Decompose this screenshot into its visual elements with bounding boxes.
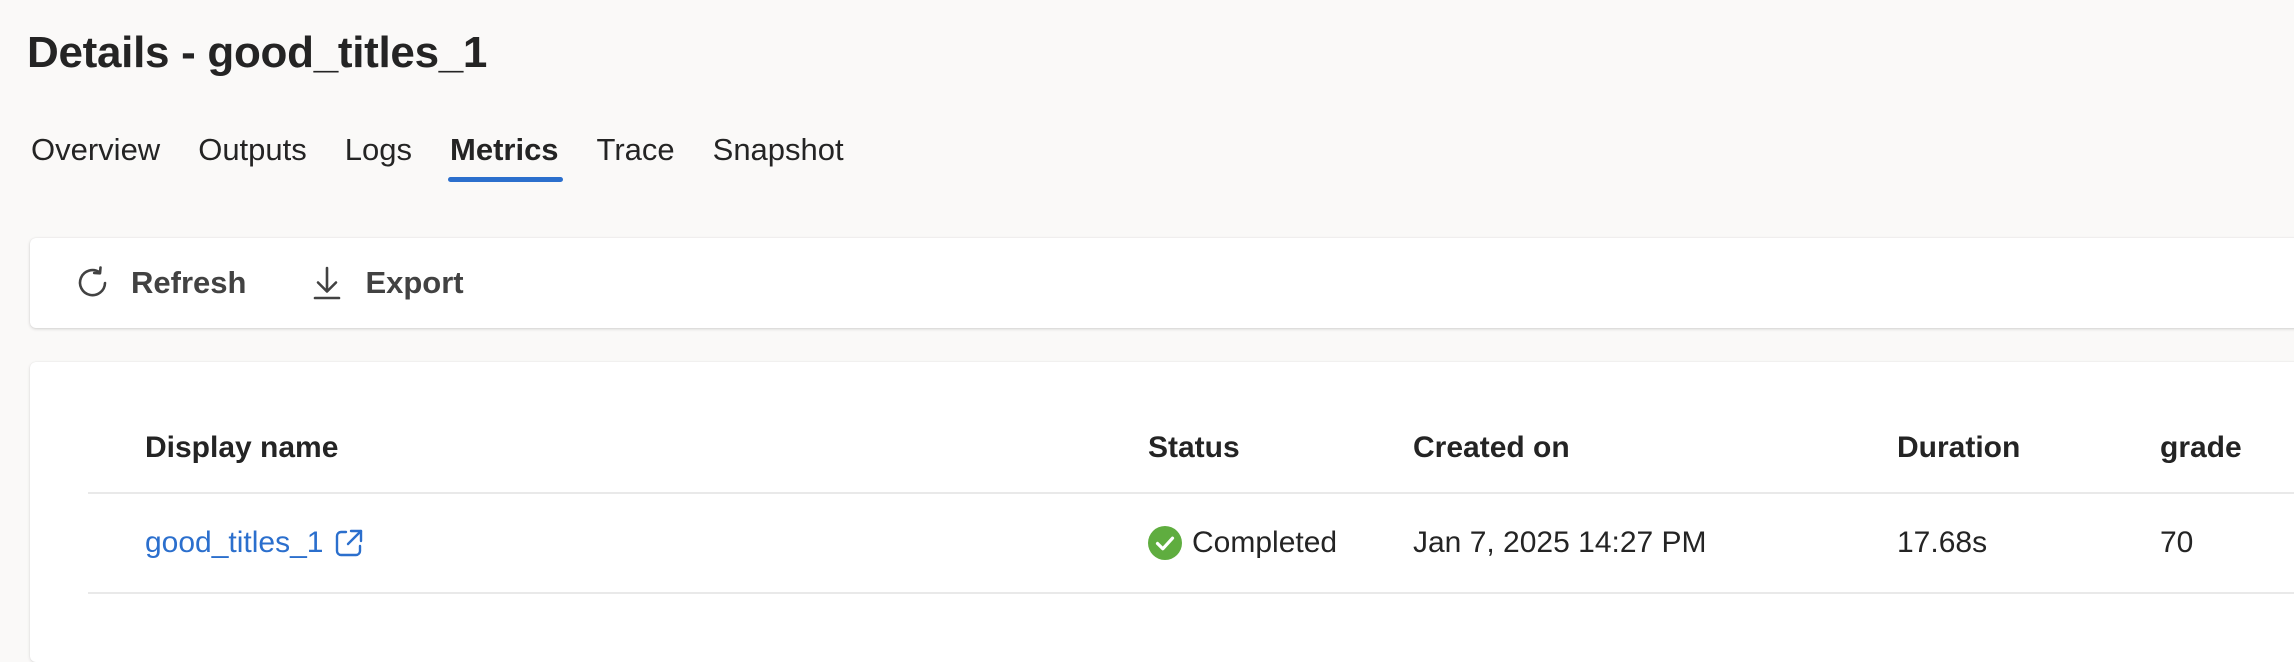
duration-cell: 17.68s [1897, 526, 1988, 559]
metrics-card: Display name Status Created on Duration … [30, 362, 2294, 662]
status-text: Completed [1192, 526, 1338, 559]
column-header-duration[interactable]: Duration [1897, 418, 2020, 478]
table-header-row: Display name Status Created on Duration … [88, 418, 2294, 494]
column-header-status[interactable]: Status [1148, 418, 1240, 478]
table-row[interactable]: good_titles_1 Completed Jan 7, 2025 14:2… [88, 494, 2294, 594]
tab-logs[interactable]: Logs [345, 128, 412, 184]
column-header-created-on[interactable]: Created on [1413, 418, 1570, 478]
column-header-display-name[interactable]: Display name [145, 418, 338, 478]
tab-outputs[interactable]: Outputs [198, 128, 307, 184]
download-icon [311, 265, 345, 301]
tab-overview[interactable]: Overview [31, 128, 160, 184]
tab-trace[interactable]: Trace [597, 128, 675, 184]
command-toolbar: Refresh Export [30, 238, 2294, 328]
column-header-grade[interactable]: grade [2160, 418, 2242, 478]
grade-cell: 70 [2160, 526, 2194, 559]
run-link-label: good_titles_1 [145, 526, 324, 559]
run-link[interactable]: good_titles_1 [145, 526, 365, 560]
status-cell: Completed [1148, 494, 1337, 592]
metrics-table: Display name Status Created on Duration … [88, 418, 2294, 594]
export-button[interactable]: Export [311, 265, 464, 301]
created-on-cell: Jan 7, 2025 14:27 PM [1413, 526, 1707, 559]
page-title: Details - good_titles_1 [27, 28, 488, 77]
refresh-icon [77, 265, 111, 301]
refresh-button[interactable]: Refresh [77, 265, 246, 301]
export-label: Export [365, 265, 464, 300]
display-name-cell: good_titles_1 [145, 494, 365, 592]
refresh-label: Refresh [131, 265, 247, 300]
checkmark-circle-icon [1148, 526, 1182, 560]
open-in-new-icon [333, 527, 365, 559]
tab-bar: Overview Outputs Logs Metrics Trace Snap… [31, 128, 882, 184]
tab-metrics[interactable]: Metrics [448, 128, 563, 184]
tab-snapshot[interactable]: Snapshot [713, 128, 844, 184]
